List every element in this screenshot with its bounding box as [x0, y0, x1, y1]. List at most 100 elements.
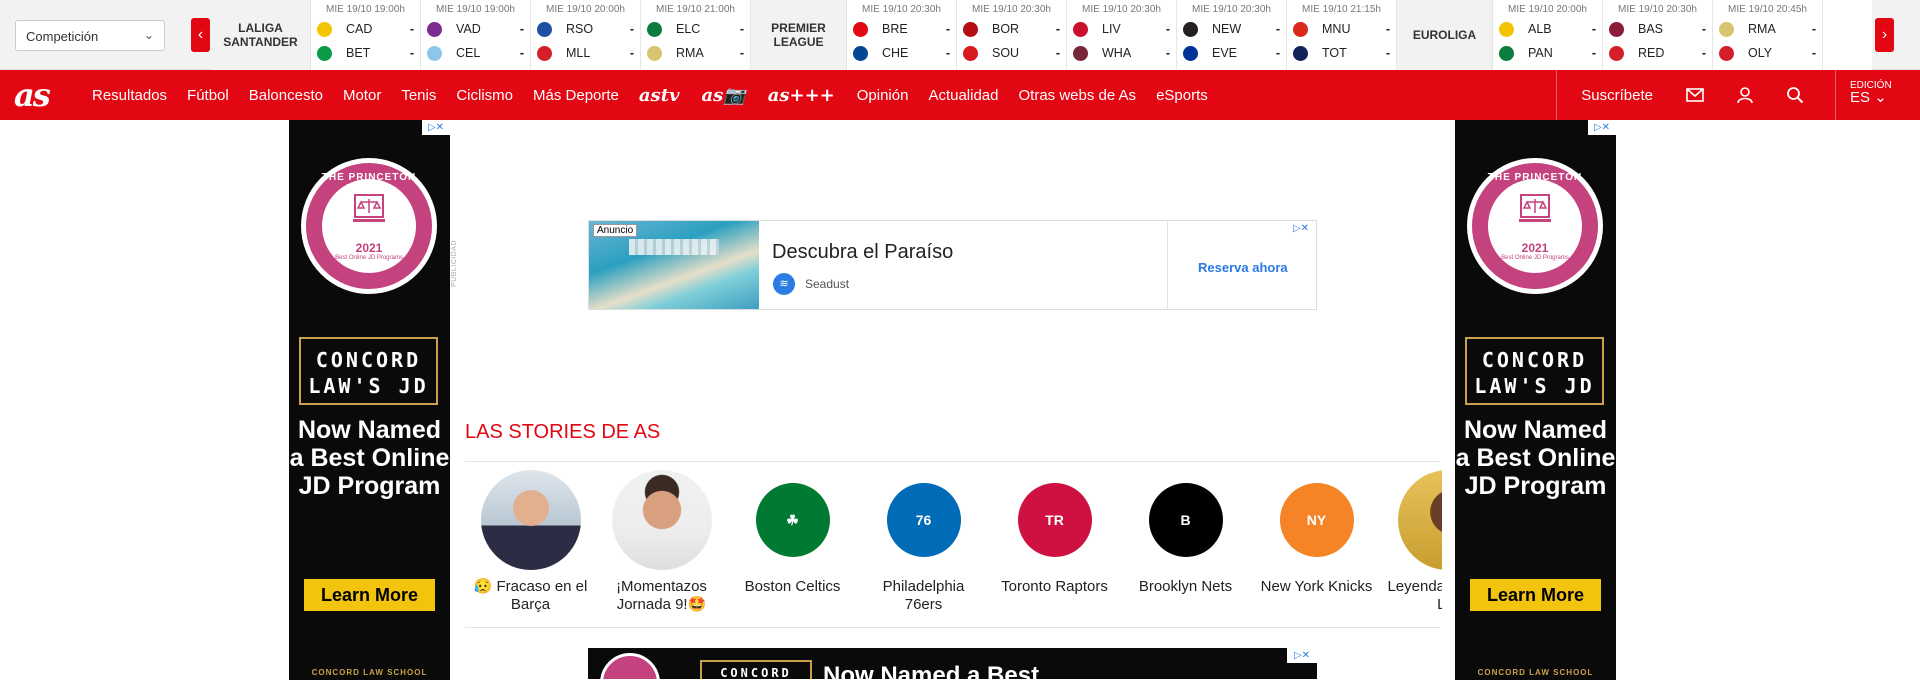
team-crest-icon	[963, 45, 978, 61]
home-team: BOR	[992, 22, 1020, 36]
team-logo-icon: ☘	[755, 483, 830, 557]
story-item[interactable]: TR Toronto Raptors	[989, 470, 1120, 614]
league-label[interactable]: LALIGA SANTANDER	[211, 0, 311, 70]
nav-item-ciclismo[interactable]: Ciclismo	[456, 87, 513, 104]
nav-item-otras-webs[interactable]: Otras webs de As	[1019, 87, 1137, 104]
user-icon[interactable]	[1735, 85, 1755, 105]
nav-item-opinion[interactable]: Opinión	[857, 87, 909, 104]
team-crest-icon	[427, 21, 442, 37]
nav-item-mas-deporte[interactable]: Más Deporte	[533, 87, 619, 104]
team-crest-icon	[537, 21, 552, 37]
subscribe-link[interactable]: Suscríbete	[1557, 87, 1653, 104]
team-crest-icon	[1293, 21, 1308, 37]
reserva-ahora-button[interactable]: Reserva ahora	[1198, 260, 1288, 275]
scales-icon	[1519, 194, 1551, 222]
team-crest-icon	[1183, 45, 1198, 61]
match-datetime: MIE 19/10 20:30h	[1192, 4, 1271, 15]
team-crest-icon	[647, 45, 662, 61]
scores-strip: LALIGA SANTANDER MIE 19/10 19:00h CAD - BET -…	[211, 0, 1872, 70]
home-team: VAD	[456, 22, 481, 36]
adchoices-icon[interactable]: ▷✕	[1286, 221, 1316, 236]
story-thumbnail: NY	[1266, 470, 1367, 570]
league-label[interactable]: EUROLIGA	[1397, 0, 1493, 70]
match-card[interactable]: MIE 19/10 21:00h ELC - RMA -	[641, 0, 751, 70]
match-card[interactable]: MIE 19/10 20:00h RSO - MLL -	[531, 0, 641, 70]
story-item[interactable]: 😥 Fracaso en el Barça	[465, 470, 596, 614]
match-card[interactable]: MIE 19/10 20:00h ALB - PAN -	[1493, 0, 1603, 70]
league-label[interactable]: PREMIER LEAGUE	[751, 0, 847, 70]
home-score: -	[1811, 22, 1816, 36]
adchoices-icon[interactable]: ▷✕	[422, 120, 450, 135]
match-datetime: MIE 19/10 20:00h	[546, 4, 625, 15]
search-icon[interactable]	[1785, 85, 1805, 105]
nav-item-esports[interactable]: eSports	[1156, 87, 1208, 104]
home-score: -	[1591, 22, 1596, 36]
home-team: CAD	[346, 22, 373, 36]
match-card[interactable]: MIE 19/10 19:00h VAD - CEL -	[421, 0, 531, 70]
match-card[interactable]: MIE 19/10 20:30h BRE - CHE -	[847, 0, 957, 70]
story-item[interactable]: B Brooklyn Nets	[1120, 470, 1251, 614]
edition-selector[interactable]: EDICIÓN ES ⌄	[1836, 70, 1920, 120]
match-card[interactable]: MIE 19/10 20:30h NEW - EVE -	[1177, 0, 1287, 70]
ad-headline: Now Named a Best Online JD Program	[289, 416, 450, 500]
adchoices-icon[interactable]: ▷✕	[1287, 648, 1317, 663]
concord-brand: CONCORD LAW'S JD	[1465, 337, 1604, 405]
nav-item-futbol[interactable]: Fútbol	[187, 87, 229, 104]
story-label: Toronto Raptors	[1001, 578, 1108, 595]
story-item[interactable]: ☘ Boston Celtics	[727, 470, 858, 614]
story-item[interactable]: Leyenda... mate a L...	[1382, 470, 1442, 614]
badge-sub: Best Online JD Programs	[335, 255, 403, 261]
away-team: SOU	[992, 46, 1020, 60]
home-score: -	[1385, 22, 1390, 36]
scores-prev-button[interactable]: ‹	[191, 18, 210, 52]
concord-brand: CONCORD	[700, 660, 812, 679]
match-datetime: MIE 19/10 20:30h	[1618, 4, 1697, 15]
team-crest-icon	[317, 45, 332, 61]
nav-item-baloncesto[interactable]: Baloncesto	[249, 87, 323, 104]
ad-footer: CONCORD LAW SCHOOL	[311, 668, 428, 677]
nav-item-tenis[interactable]: Tenis	[401, 87, 436, 104]
away-team: CHE	[882, 46, 909, 60]
learn-more-button[interactable]: Learn More	[1470, 579, 1601, 611]
match-card[interactable]: MIE 19/10 20:30h BAS - RED -	[1603, 0, 1713, 70]
away-score: -	[1055, 46, 1060, 60]
right-side-ad[interactable]: ▷✕ THE PRINCETON REVIEW 2021 Best Online…	[1455, 120, 1616, 680]
story-thumbnail	[480, 470, 581, 570]
home-team: BAS	[1638, 22, 1664, 36]
story-label: New York Knicks	[1260, 578, 1373, 595]
anuncio-badge: Anuncio	[593, 224, 638, 237]
nav-item-motor[interactable]: Motor	[343, 87, 381, 104]
mail-icon[interactable]	[1685, 85, 1705, 105]
nav-brand-as-plus[interactable]: as+++	[768, 85, 835, 106]
home-score: -	[629, 22, 634, 36]
nav-item-resultados[interactable]: Resultados	[92, 87, 167, 104]
adchoices-icon[interactable]: ▷✕	[1588, 120, 1616, 135]
team-crest-icon	[427, 45, 442, 61]
as-logo[interactable]: as	[14, 76, 51, 114]
match-card[interactable]: MIE 19/10 21:15h MNU - TOT -	[1287, 0, 1397, 70]
ad-title: Descubra el Paraíso	[772, 241, 954, 263]
seadust-logo-icon: ≋	[773, 273, 795, 295]
story-item[interactable]: NY New York Knicks	[1251, 470, 1382, 614]
match-card[interactable]: MIE 19/10 20:45h RMA - OLY -	[1713, 0, 1823, 70]
story-item[interactable]: 76 Philadelphia 76ers	[858, 470, 989, 614]
team-crest-icon	[853, 45, 868, 61]
team-logo-icon: NY	[1279, 483, 1354, 557]
story-item[interactable]: ¡Momentazos Jornada 9!🤩	[596, 470, 727, 614]
scores-next-button[interactable]: ›	[1875, 18, 1894, 52]
home-team: BRE	[882, 22, 908, 36]
match-card[interactable]: MIE 19/10 20:30h LIV - WHA -	[1067, 0, 1177, 70]
nav-brand-as-foto[interactable]: as📷	[701, 85, 745, 106]
team-crest-icon	[1499, 21, 1514, 37]
bottom-banner-ad[interactable]: CONCORD Now Named a Best ▷✕	[588, 648, 1317, 679]
scoreboard-bar: Competición ⌄ ‹ LALIGA SANTANDER MIE 19/1…	[0, 0, 1920, 70]
left-side-ad[interactable]: ▷✕ THE PRINCETON REVIEW 2021 Best Online…	[289, 120, 450, 680]
match-card[interactable]: MIE 19/10 19:00h CAD - BET -	[311, 0, 421, 70]
learn-more-button[interactable]: Learn More	[304, 579, 435, 611]
competition-select[interactable]: Competición ⌄	[15, 20, 165, 51]
match-card[interactable]: MIE 19/10 20:30h BOR - SOU -	[957, 0, 1067, 70]
away-team: WHA	[1102, 46, 1132, 60]
nav-item-actualidad[interactable]: Actualidad	[928, 87, 998, 104]
top-banner-ad[interactable]: Anuncio Descubra el Paraíso ≋ Seadust Re…	[588, 220, 1317, 310]
nav-brand-astv[interactable]: astv	[639, 85, 680, 106]
